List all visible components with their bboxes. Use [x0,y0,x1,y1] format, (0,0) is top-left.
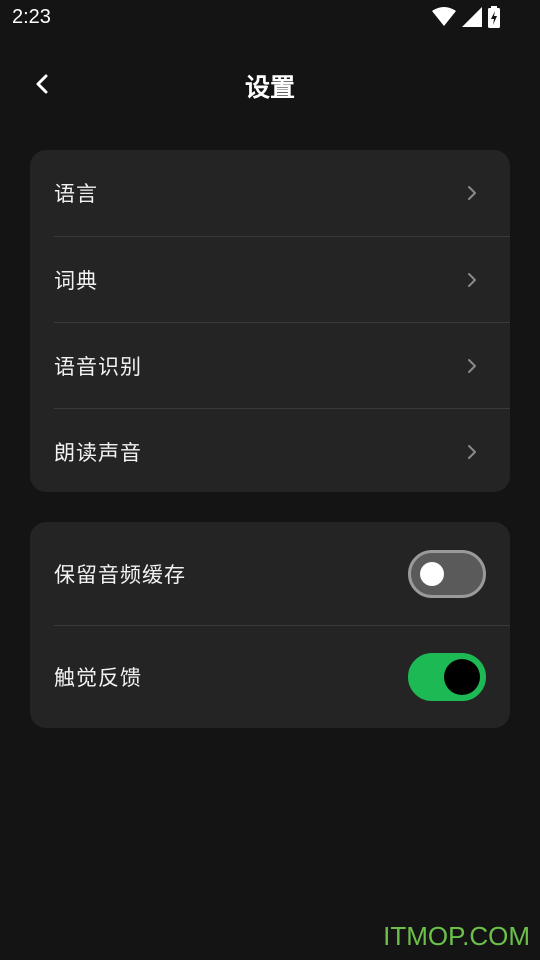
settings-card-toggles: 保留音频缓存 触觉反馈 [30,522,510,728]
settings-item-haptic-feedback: 触觉反馈 [54,625,510,728]
settings-card-general: 语言 词典 语音识别 朗读声音 [30,150,510,492]
cellular-signal-icon [462,7,482,27]
header: 设置 [0,56,540,116]
settings-item-label: 语音识别 [54,354,142,379]
settings-item-reading-voice[interactable]: 朗读声音 [54,408,510,492]
chevron-right-icon [452,173,492,213]
keep-audio-cache-toggle[interactable] [408,549,486,598]
settings-item-label: 保留音频缓存 [54,562,186,587]
settings-item-label: 语言 [54,182,98,206]
chevron-right-icon [452,346,492,386]
settings-item-label: 触觉反馈 [54,666,142,690]
settings-item-label: 朗读声音 [54,440,142,465]
chevron-right-icon [452,432,492,472]
settings-item-dictionary[interactable]: 词典 [54,236,510,322]
settings-item-language[interactable]: 语言 [54,150,510,236]
page-title: 设置 [244,73,295,102]
toggle-knob [444,659,480,695]
status-bar: 2:23 [0,0,540,38]
settings-item-label: 词典 [54,268,98,293]
wifi-icon [432,7,456,26]
status-icons [432,6,500,28]
settings-item-keep-audio-cache: 保留音频缓存 [54,522,510,625]
haptic-feedback-toggle[interactable] [408,653,486,701]
toggle-knob [420,561,444,586]
watermark: ITMOP.COM [383,921,530,951]
chevron-right-icon [452,260,492,300]
battery-charging-icon [488,6,500,28]
settings-item-speech-recognition[interactable]: 语音识别 [54,322,510,408]
status-time: 2:23 [12,6,51,28]
